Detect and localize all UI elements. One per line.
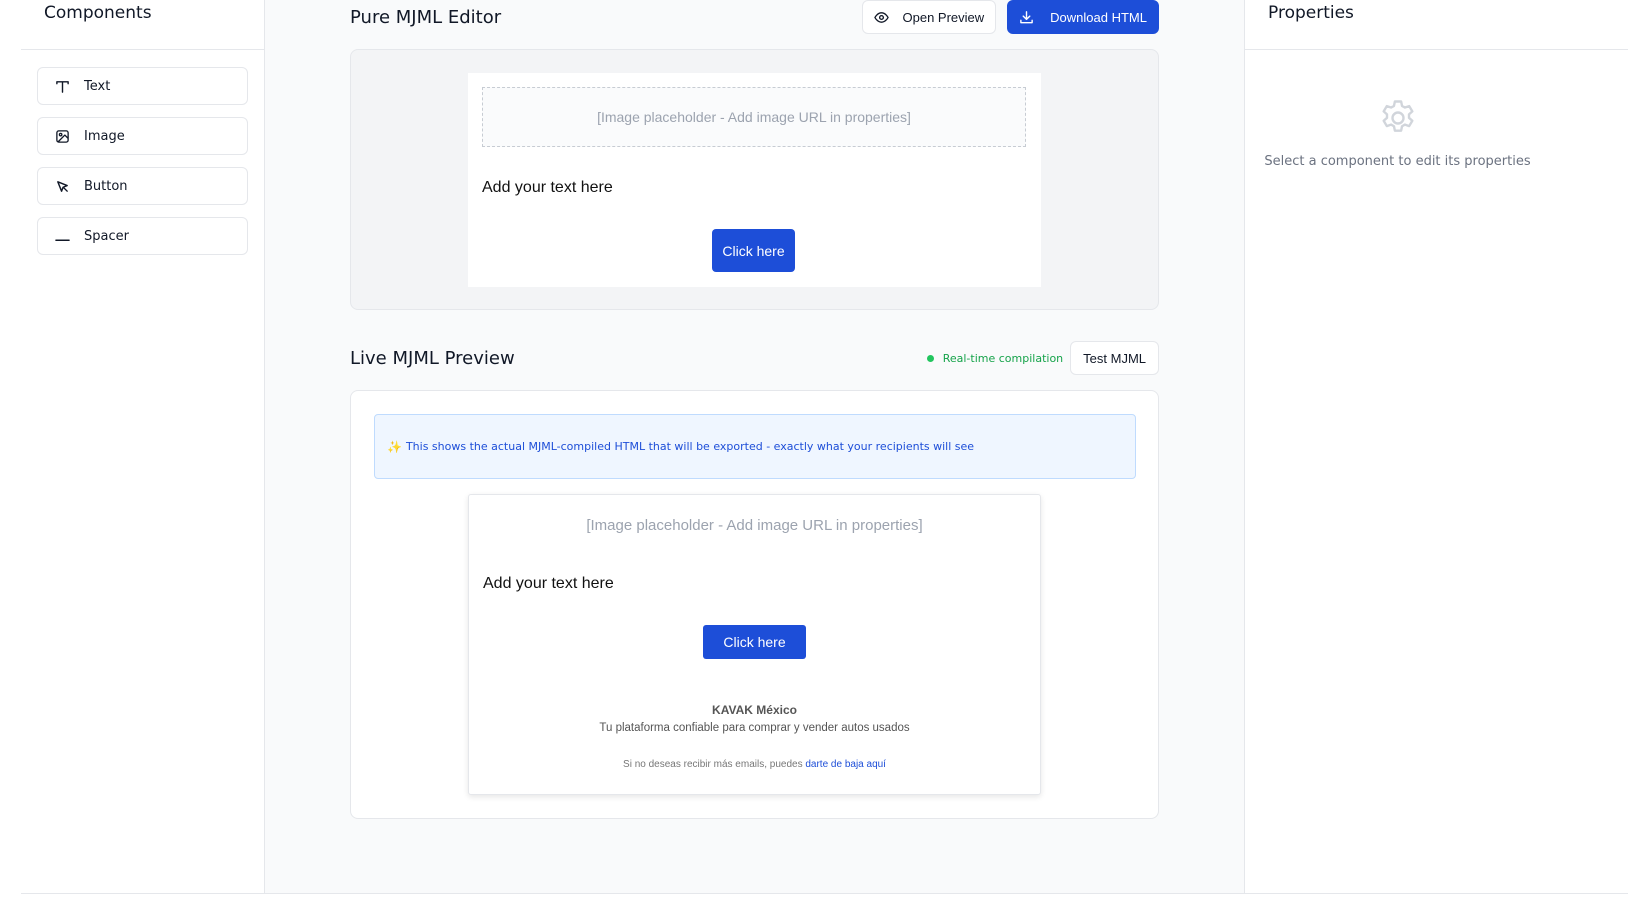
spacer-icon bbox=[54, 228, 70, 244]
email-preview: [Image placeholder - Add image URL in pr… bbox=[468, 494, 1041, 795]
component-list: Text Image Button Spacer bbox=[21, 50, 264, 255]
preview-title: Live MJML Preview bbox=[350, 347, 515, 369]
properties-panel: Properties Select a component to edit it… bbox=[1244, 0, 1628, 893]
realtime-status-label: Real-time compilation bbox=[942, 351, 1064, 365]
preview-image-placeholder: [Image placeholder - Add image URL in pr… bbox=[586, 517, 923, 534]
pointer-icon bbox=[54, 178, 70, 194]
info-banner-text: This shows the actual MJML-compiled HTML… bbox=[405, 440, 975, 453]
component-item-button[interactable]: Button bbox=[37, 167, 248, 205]
status-dot-icon bbox=[926, 354, 934, 362]
component-item-text[interactable]: Text bbox=[37, 67, 248, 105]
sidebar-header: Components bbox=[21, 0, 264, 50]
preview-text: Add your text here bbox=[483, 575, 614, 592]
properties-empty-message: Select a component to edit its propertie… bbox=[1264, 154, 1531, 169]
download-icon bbox=[1019, 10, 1034, 25]
preview-header: Live MJML Preview Real-time compilation … bbox=[350, 341, 1159, 375]
footer-company: KAVAK México bbox=[712, 703, 797, 717]
app-window: Components Text Image Button Spacer Pure… bbox=[21, 0, 1628, 894]
component-item-spacer[interactable]: Spacer bbox=[37, 217, 248, 255]
properties-empty-state: Select a component to edit its propertie… bbox=[1245, 96, 1550, 169]
download-html-label: Download HTML bbox=[1050, 9, 1147, 25]
components-sidebar: Components Text Image Button Spacer bbox=[21, 0, 265, 893]
eye-icon bbox=[873, 10, 889, 25]
component-item-label: Spacer bbox=[84, 228, 129, 244]
canvas-email-body: [Image placeholder - Add image URL in pr… bbox=[468, 73, 1041, 287]
component-item-image[interactable]: Image bbox=[37, 117, 248, 155]
component-item-label: Image bbox=[84, 128, 125, 144]
canvas-image-block[interactable]: [Image placeholder - Add image URL in pr… bbox=[482, 87, 1026, 147]
sparkle-icon: ✨ bbox=[387, 439, 402, 454]
open-preview-label: Open Preview bbox=[902, 9, 985, 25]
info-banner: ✨ This shows the actual MJML-compiled HT… bbox=[374, 414, 1136, 479]
component-item-label: Text bbox=[84, 78, 111, 94]
unsubscribe-link[interactable]: darte de baja aquí bbox=[805, 759, 886, 770]
gear-icon bbox=[1245, 96, 1550, 140]
footer-unsubscribe: Si no deseas recibir más emails, puedes … bbox=[469, 759, 1040, 770]
footer-tagline: Tu plataforma confiable para comprar y v… bbox=[599, 722, 910, 734]
image-icon bbox=[54, 128, 70, 144]
editor-header: Pure MJML Editor Open Preview Download H… bbox=[350, 0, 1159, 34]
canvas-button-block[interactable]: Click here bbox=[712, 229, 795, 272]
properties-title: Properties bbox=[1268, 3, 1354, 23]
download-html-button[interactable]: Download HTML bbox=[1007, 0, 1159, 34]
sidebar-title: Components bbox=[44, 3, 152, 23]
preview-cta-button[interactable]: Click here bbox=[703, 625, 806, 659]
editor-canvas: [Image placeholder - Add image URL in pr… bbox=[350, 49, 1159, 310]
component-item-label: Button bbox=[84, 178, 128, 194]
text-icon bbox=[54, 78, 70, 94]
unsubscribe-prefix: Si no deseas recibir más emails, puedes bbox=[623, 759, 803, 770]
test-mjml-button[interactable]: Test MJML bbox=[1070, 341, 1159, 375]
editor-main: Pure MJML Editor Open Preview Download H… bbox=[265, 0, 1244, 893]
editor-title: Pure MJML Editor bbox=[350, 7, 502, 28]
realtime-status: Real-time compilation bbox=[926, 351, 1064, 365]
preview-card: ✨ This shows the actual MJML-compiled HT… bbox=[350, 390, 1159, 819]
open-preview-button[interactable]: Open Preview bbox=[861, 0, 997, 34]
canvas-text-block[interactable]: Add your text here bbox=[482, 179, 613, 197]
properties-header: Properties bbox=[1245, 0, 1628, 50]
